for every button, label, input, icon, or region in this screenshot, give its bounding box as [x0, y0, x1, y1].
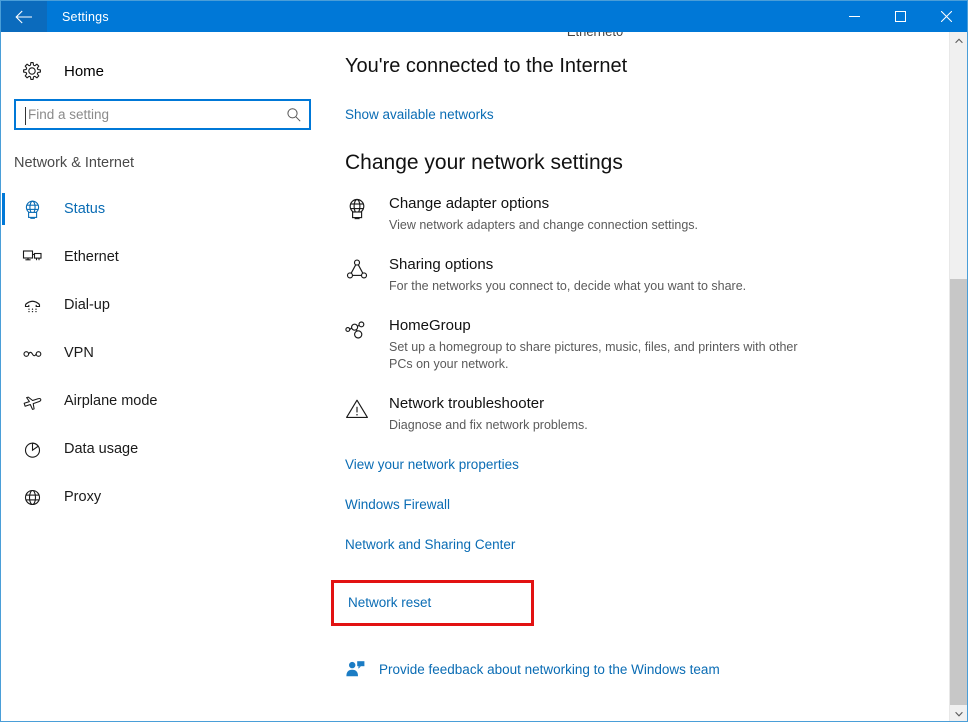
network-reset-highlight: Network reset — [331, 580, 534, 626]
sidebar-item-label: Status — [64, 201, 105, 217]
sidebar-item-data-usage[interactable]: Data usage — [2, 425, 331, 473]
network-links-list: View your network properties Windows Fir… — [345, 456, 939, 626]
view-network-properties-link[interactable]: View your network properties — [345, 457, 519, 472]
sidebar-item-home[interactable]: Home — [2, 51, 331, 91]
option-change-adapter-options[interactable]: Change adapter options View network adap… — [345, 195, 939, 234]
gear-icon — [22, 61, 52, 81]
feedback-person-icon — [345, 660, 379, 678]
scroll-down-button[interactable] — [950, 705, 967, 722]
show-available-networks-link[interactable]: Show available networks — [345, 107, 494, 122]
search-icon[interactable] — [279, 107, 309, 123]
provide-feedback-link[interactable]: Provide feedback about networking to the… — [379, 662, 720, 677]
sidebar-item-label: Ethernet — [64, 249, 119, 265]
window-controls — [831, 1, 968, 32]
sidebar-item-status[interactable]: Status — [2, 185, 331, 233]
option-homegroup[interactable]: HomeGroup Set up a homegroup to share pi… — [345, 317, 939, 373]
sidebar-home-label: Home — [64, 63, 104, 80]
network-reset-link[interactable]: Network reset — [348, 595, 431, 610]
globe-monitor-icon — [345, 195, 389, 234]
vpn-icon — [22, 343, 50, 364]
sidebar-item-ethernet[interactable]: Ethernet — [2, 233, 331, 281]
minimize-button[interactable] — [831, 1, 877, 32]
minimize-icon — [849, 11, 860, 22]
dialup-phone-icon — [22, 295, 50, 316]
search-box[interactable] — [14, 99, 311, 130]
sidebar-item-label: Dial-up — [64, 297, 110, 313]
window-title: Settings — [62, 10, 109, 24]
chevron-down-icon — [955, 711, 963, 717]
windows-firewall-link[interactable]: Windows Firewall — [345, 497, 450, 512]
airplane-icon — [22, 391, 50, 412]
search-input[interactable] — [16, 106, 279, 123]
vertical-scrollbar[interactable] — [949, 32, 966, 722]
back-button[interactable] — [1, 1, 47, 32]
settings-window: Settings — [0, 0, 968, 722]
main-content: Ethernet0 You're connected to the Intern… — [331, 32, 939, 722]
option-description: For the networks you connect to, decide … — [389, 278, 746, 295]
section-heading: Change your network settings — [345, 151, 939, 175]
sidebar-item-label: Airplane mode — [64, 393, 158, 409]
maximize-button[interactable] — [877, 1, 923, 32]
scrollbar-track[interactable] — [950, 279, 967, 705]
back-arrow-icon — [15, 10, 33, 24]
option-network-troubleshooter[interactable]: Network troubleshooter Diagnose and fix … — [345, 395, 939, 434]
option-title: Network troubleshooter — [389, 395, 588, 413]
option-title: HomeGroup — [389, 317, 809, 335]
title-bar: Settings — [1, 1, 968, 32]
sidebar-item-label: Proxy — [64, 489, 101, 505]
sidebar-nav-list: Status Ethernet — [2, 185, 331, 521]
network-and-sharing-center-link[interactable]: Network and Sharing Center — [345, 537, 515, 552]
maximize-icon — [895, 11, 906, 22]
close-button[interactable] — [923, 1, 968, 32]
globe-monitor-icon — [22, 199, 50, 220]
option-sharing-options[interactable]: Sharing options For the networks you con… — [345, 256, 939, 295]
ethernet-icon — [22, 247, 50, 268]
option-title: Sharing options — [389, 256, 746, 274]
sidebar-item-label: VPN — [64, 345, 94, 361]
connection-status: You're connected to the Internet — [345, 55, 939, 78]
homegroup-icon — [345, 317, 389, 373]
sidebar-item-label: Data usage — [64, 441, 138, 457]
feedback-row[interactable]: Provide feedback about networking to the… — [345, 660, 939, 678]
adapter-name: Ethernet0 — [445, 32, 745, 36]
close-icon — [941, 11, 952, 22]
chevron-up-icon — [955, 38, 963, 44]
globe-icon — [22, 487, 50, 508]
option-description: Diagnose and fix network problems. — [389, 417, 588, 434]
sidebar-item-vpn[interactable]: VPN — [2, 329, 331, 377]
sidebar-item-airplane-mode[interactable]: Airplane mode — [2, 377, 331, 425]
warning-triangle-icon — [345, 395, 389, 434]
sidebar-item-proxy[interactable]: Proxy — [2, 473, 331, 521]
sidebar-section-title: Network & Internet — [2, 155, 331, 171]
option-description: Set up a homegroup to share pictures, mu… — [389, 339, 809, 373]
option-title: Change adapter options — [389, 195, 698, 213]
sidebar: Home Network & Internet — [2, 32, 331, 722]
pie-chart-icon — [22, 439, 50, 460]
text-caret — [25, 107, 26, 125]
sidebar-item-dialup[interactable]: Dial-up — [2, 281, 331, 329]
option-description: View network adapters and change connect… — [389, 217, 698, 234]
network-options-list: Change adapter options View network adap… — [345, 195, 939, 434]
scrollbar-thumb[interactable] — [950, 49, 967, 279]
sharing-nodes-icon — [345, 256, 389, 295]
scroll-up-button[interactable] — [950, 32, 967, 49]
